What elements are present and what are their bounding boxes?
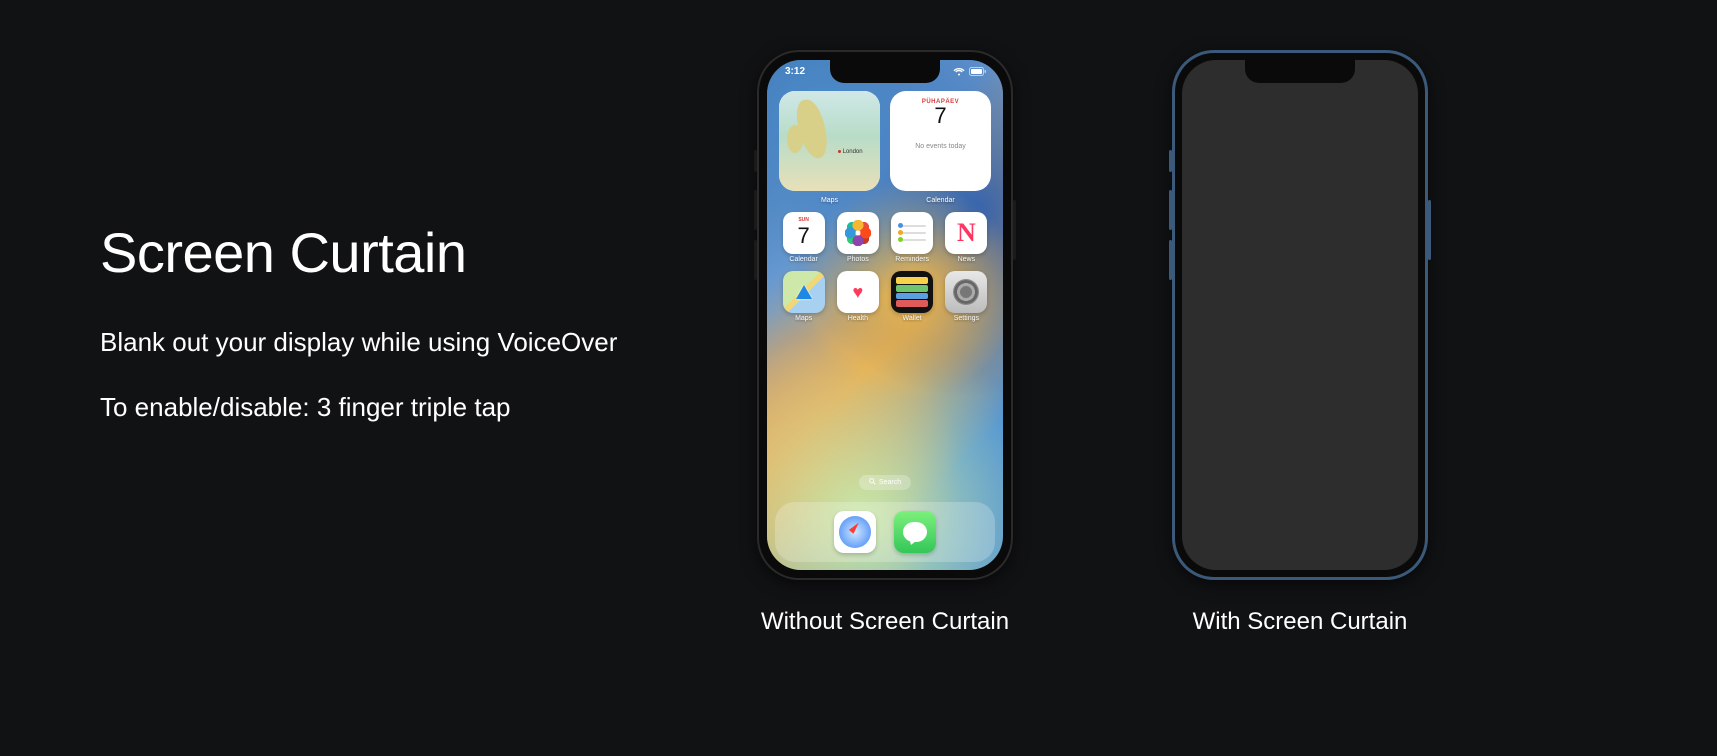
settings-app[interactable]: Settings [945, 271, 988, 322]
photos-icon [837, 212, 879, 254]
health-icon: ♥ [837, 271, 879, 313]
maps-icon [783, 271, 825, 313]
phone-frame-dark [1172, 50, 1428, 580]
wallet-app[interactable]: Wallet [891, 271, 934, 322]
app-row-1: SUN 7 Calendar Photos Reminders N [767, 204, 1003, 263]
reminders-app-label: Reminders [895, 256, 929, 263]
widget-row: London PÜHAPÄEV 7 No events today [767, 81, 1003, 195]
calendar-widget[interactable]: PÜHAPÄEV 7 No events today [890, 91, 991, 191]
caption-with: With Screen Curtain [1150, 608, 1450, 636]
map-face: London [779, 91, 880, 191]
phone-frame: 3:12 London [757, 50, 1013, 580]
home-search-button[interactable]: Search [859, 475, 911, 490]
phone-mute-switch [754, 150, 757, 172]
news-icon: N [945, 212, 987, 254]
text-block: Screen Curtain Blank out your display wh… [100, 220, 620, 455]
calendar-widget-label: Calendar [890, 197, 991, 204]
caption-without: Without Screen Curtain [735, 608, 1035, 636]
wifi-icon [953, 67, 965, 76]
phone-without-curtain: 3:12 London [735, 50, 1035, 636]
phone-notch [830, 59, 940, 83]
description: Blank out your display while using Voice… [100, 325, 620, 360]
calendar-app-label: Calendar [789, 256, 817, 263]
wallet-icon [891, 271, 933, 313]
dock [775, 502, 995, 562]
calendar-icon: SUN 7 [783, 212, 825, 254]
phone-power-button [1428, 200, 1431, 260]
phone-mute-switch [1169, 150, 1172, 172]
phone-volume-down [1169, 240, 1172, 280]
news-app-label: News [958, 256, 976, 263]
photos-app[interactable]: Photos [836, 212, 879, 263]
reminders-app[interactable]: Reminders [891, 212, 934, 263]
page-title: Screen Curtain [100, 220, 620, 285]
calendar-app[interactable]: SUN 7 Calendar [782, 212, 825, 263]
phone-volume-up [754, 190, 757, 230]
maps-widget-label: Maps [779, 197, 880, 204]
photos-app-label: Photos [847, 256, 869, 263]
app-row-2: Maps ♥ Health Wallet Settings [767, 263, 1003, 322]
calendar-widget-events: No events today [890, 127, 991, 150]
battery-icon [969, 67, 987, 76]
safari-icon [839, 516, 871, 548]
wallet-app-label: Wallet [903, 315, 922, 322]
reminders-icon [891, 212, 933, 254]
health-app[interactable]: ♥ Health [836, 271, 879, 322]
maps-widget[interactable]: London [779, 91, 880, 191]
status-time: 3:12 [785, 66, 805, 77]
messages-icon [903, 522, 927, 542]
health-app-label: Health [848, 315, 868, 322]
phone-power-button [1013, 200, 1016, 260]
messages-app[interactable] [894, 511, 936, 553]
search-label: Search [879, 479, 901, 486]
map-pin-label: London [838, 149, 863, 155]
maps-app[interactable]: Maps [782, 271, 825, 322]
phone-volume-up [1169, 190, 1172, 230]
search-icon [869, 478, 876, 487]
safari-app[interactable] [834, 511, 876, 553]
phone-notch [1245, 59, 1355, 83]
phone-with-curtain: With Screen Curtain [1150, 50, 1450, 636]
phone-screen-dark [1182, 60, 1418, 570]
settings-icon [945, 271, 987, 313]
settings-app-label: Settings [954, 315, 979, 322]
instruction: To enable/disable: 3 finger triple tap [100, 390, 620, 425]
news-app[interactable]: N News [945, 212, 988, 263]
phone-screen: 3:12 London [767, 60, 1003, 570]
maps-app-label: Maps [795, 315, 812, 322]
calendar-widget-daynum: 7 [890, 105, 991, 127]
phone-volume-down [754, 240, 757, 280]
